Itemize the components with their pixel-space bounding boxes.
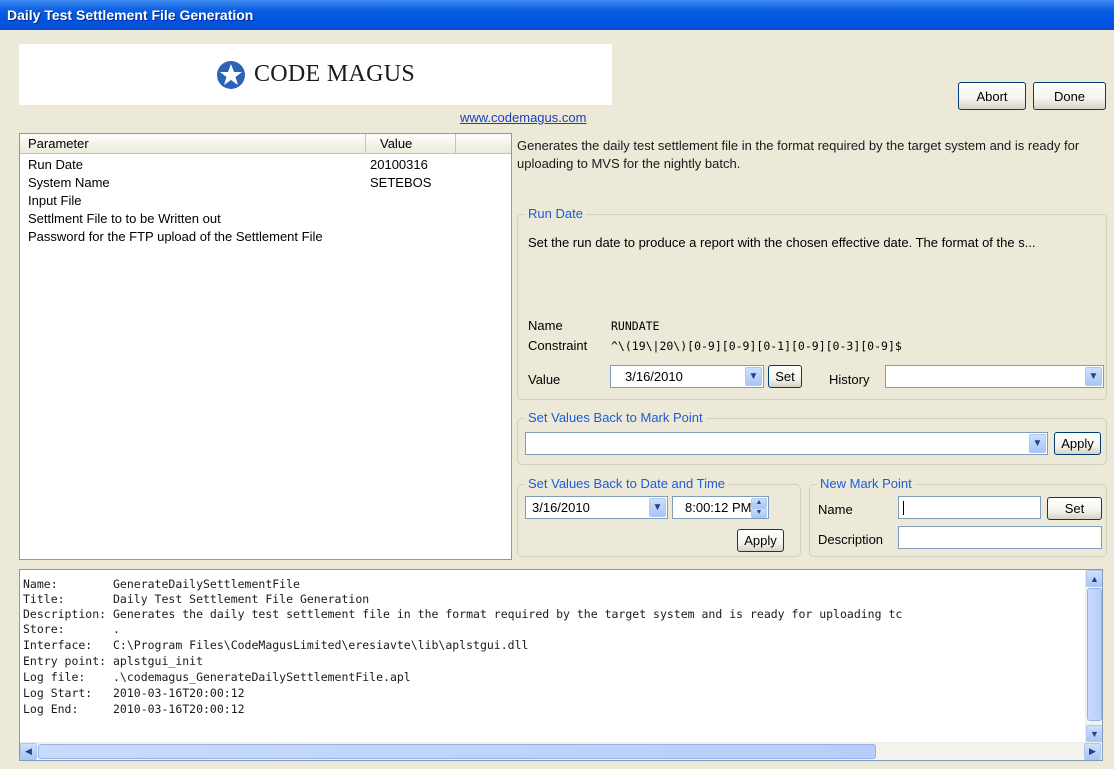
task-description: Generates the daily test settlement file… [517, 138, 1080, 171]
chevron-down-icon[interactable]: ▼ [1029, 434, 1046, 453]
mark-point-dropdown[interactable]: ▼ [525, 432, 1048, 455]
scroll-left-icon[interactable]: ◀ [20, 743, 37, 760]
horizontal-scroll-thumb[interactable] [38, 744, 876, 759]
run-date-value: 3/16/2010 [625, 369, 683, 384]
scroll-down-icon[interactable]: ▼ [1086, 725, 1102, 742]
done-button[interactable]: Done [1033, 82, 1106, 110]
parameter-value: 20100316 [370, 157, 428, 172]
table-row[interactable]: Settlment File to to be Written out [20, 211, 510, 228]
log-line: Entry point: aplstgui_init [23, 654, 204, 668]
date-dropdown[interactable]: 3/16/2010 ▼ [525, 496, 668, 519]
apply-mark-point-button[interactable]: Apply [1054, 432, 1101, 455]
log-line: Log End: 2010-03-16T20:00:12 [23, 702, 245, 716]
mark-name-label: Name [818, 502, 853, 517]
star-badge-icon [216, 60, 245, 89]
horizontal-scrollbar[interactable]: ◀ ▶ [20, 742, 1102, 760]
parameter-name: Settlment File to to be Written out [28, 211, 221, 226]
constraint-label: Constraint [528, 338, 588, 353]
mark-point-legend: Set Values Back to Mark Point [525, 410, 706, 425]
set-mark-button[interactable]: Set [1047, 497, 1102, 520]
run-date-group: Run Date Set the run date to produce a r… [517, 206, 1107, 400]
value-label: Value [528, 372, 561, 387]
abort-button[interactable]: Abort [958, 82, 1026, 110]
vertical-scroll-thumb[interactable] [1087, 588, 1102, 721]
set-value-button[interactable]: Set [768, 365, 802, 388]
run-date-legend: Run Date [525, 206, 586, 221]
run-date-value-dropdown[interactable]: 3/16/2010 ▼ [610, 365, 764, 388]
mark-description-input[interactable] [898, 526, 1102, 549]
log-line: Interface: C:\Program Files\CodeMagusLim… [23, 638, 529, 652]
parameter-name: Password for the FTP upload of the Settl… [28, 229, 323, 244]
history-dropdown[interactable]: ▼ [885, 365, 1104, 388]
logo-wordmark: Code Magus [253, 61, 415, 87]
chevron-down-icon[interactable]: ▼ [745, 367, 762, 386]
date-time-legend: Set Values Back to Date and Time [525, 476, 729, 491]
date-time-group: Set Values Back to Date and Time 3/16/20… [517, 476, 801, 557]
table-row[interactable]: System Name SETEBOS [20, 175, 510, 192]
log-line: Title: Daily Test Settlement File Genera… [23, 592, 370, 606]
column-header-value[interactable]: Value [366, 134, 456, 154]
date-value: 3/16/2010 [532, 500, 590, 515]
website-link[interactable]: www.codemagus.com [460, 110, 586, 125]
time-value: 8:00:12 PM [685, 500, 752, 515]
mark-name-input[interactable] [898, 496, 1041, 519]
parameter-name: System Name [28, 175, 110, 190]
table-row[interactable]: Password for the FTP upload of the Settl… [20, 229, 510, 246]
mark-description-label: Description [818, 532, 884, 547]
table-row[interactable]: Run Date 20100316 [20, 157, 510, 174]
column-header-parameter[interactable]: Parameter [20, 134, 366, 154]
history-label: History [829, 372, 870, 387]
new-mark-point-legend: New Mark Point [817, 476, 915, 491]
scroll-up-icon[interactable]: ▲ [1086, 570, 1102, 587]
constraint-value: ^\(19\|20\)[0-9][0-9][0-1][0-9][0-3][0-9… [611, 339, 902, 353]
mark-point-group: Set Values Back to Mark Point ▼ Apply [517, 410, 1107, 465]
column-header-spacer [456, 134, 511, 154]
vertical-scrollbar[interactable]: ▲ ▼ [1085, 570, 1102, 743]
log-line: Name: GenerateDailySettlementFile [23, 577, 300, 591]
parameter-name: Input File [28, 193, 82, 208]
logo-banner: Code Magus [19, 44, 612, 105]
name-value: RUNDATE [611, 319, 660, 333]
apply-date-time-button[interactable]: Apply [737, 529, 784, 552]
parameter-name: Run Date [28, 157, 83, 172]
log-output[interactable]: Name: GenerateDailySettlementFile Title:… [19, 569, 1103, 761]
window-title: Daily Test Settlement File Generation [0, 0, 1114, 30]
log-line: Log Start: 2010-03-16T20:00:12 [23, 686, 245, 700]
time-spinner[interactable]: 8:00:12 PM ▲ ▼ [672, 496, 769, 519]
name-label: Name [528, 318, 563, 333]
table-row[interactable]: Input File [20, 193, 510, 210]
chevron-down-icon[interactable]: ▼ [1085, 367, 1102, 386]
log-line: Store: . [23, 622, 120, 636]
run-date-help-text: Set the run date to produce a report wit… [528, 235, 1036, 250]
spinner-arrows-icon[interactable]: ▲ ▼ [751, 498, 767, 518]
text-cursor [903, 501, 904, 515]
scroll-right-icon[interactable]: ▶ [1084, 743, 1101, 760]
parameter-table: Parameter Value Run Date 20100316 System… [19, 133, 512, 560]
parameter-value: SETEBOS [370, 175, 432, 190]
new-mark-point-group: New Mark Point Name Set Description [809, 476, 1107, 557]
chevron-down-icon[interactable]: ▼ [649, 498, 666, 517]
log-line: Description: Generates the daily test se… [23, 607, 903, 621]
log-line: Log file: .\codemagus_GenerateDailySettl… [23, 670, 411, 684]
